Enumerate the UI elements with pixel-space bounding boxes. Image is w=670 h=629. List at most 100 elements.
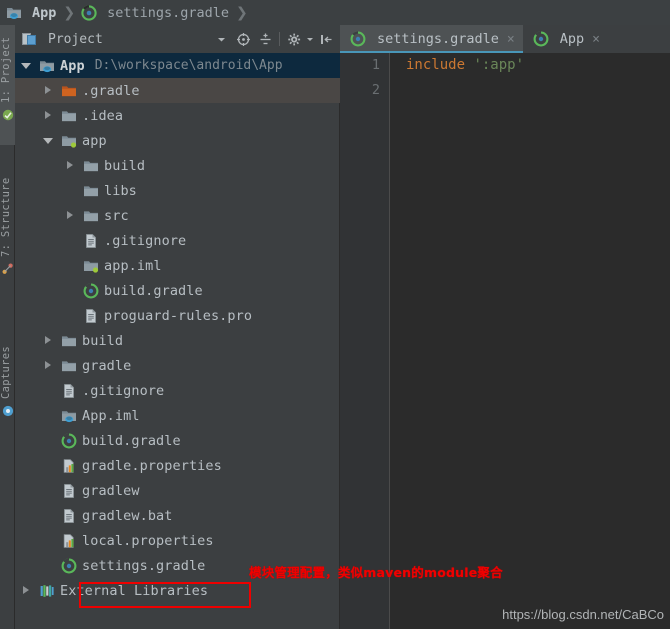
gradle-icon — [533, 31, 549, 47]
watermark: https://blog.csdn.net/CaBCo — [502, 607, 664, 622]
tree-row-label: app — [82, 132, 107, 149]
tree-arrow-placeholder — [65, 260, 76, 271]
close-icon[interactable]: × — [592, 32, 600, 47]
editor-tab-bar: settings.gradle × App × — [340, 25, 670, 53]
breadcrumb-item-app[interactable]: App — [6, 5, 56, 21]
captures-icon[interactable] — [2, 405, 14, 417]
tree-row-label: build — [104, 157, 146, 174]
tree-arrow-placeholder — [43, 535, 54, 546]
text-file-icon — [61, 483, 77, 499]
structure-icon[interactable] — [2, 263, 14, 275]
tree-row[interactable]: External Libraries — [15, 578, 340, 603]
tree-row-label: .gradle — [82, 82, 140, 99]
chevron-down-icon[interactable] — [43, 135, 54, 146]
chevron-right-icon[interactable] — [65, 210, 76, 221]
code-keyword: include — [406, 57, 466, 73]
editor-code-area[interactable]: include ':app' — [391, 53, 670, 629]
tree-row[interactable]: app.iml — [15, 253, 340, 278]
chevron-down-icon[interactable] — [21, 60, 32, 71]
editor-tab[interactable]: App × — [523, 25, 608, 53]
tree-row-label: External Libraries — [60, 582, 209, 599]
tree-row[interactable]: App D:\workspace\android\App — [15, 53, 340, 78]
tree-arrow-placeholder — [65, 285, 76, 296]
tree-arrow-placeholder — [43, 560, 54, 571]
gradle-icon — [81, 4, 97, 21]
chevron-right-icon[interactable] — [43, 110, 54, 121]
editor-gutter: 12 — [340, 53, 390, 629]
tree-row[interactable]: build.gradle — [15, 278, 340, 303]
tree-row[interactable]: gradle.properties — [15, 453, 340, 478]
tree-row[interactable]: build — [15, 328, 340, 353]
gear-icon[interactable] — [283, 28, 305, 50]
module-folder-icon — [39, 58, 55, 74]
breadcrumb-label-app: App — [32, 4, 57, 21]
module-folder-icon — [6, 5, 22, 21]
tree-row-label: build.gradle — [82, 432, 181, 449]
tree-row[interactable]: build.gradle — [15, 428, 340, 453]
close-icon[interactable]: × — [507, 32, 515, 47]
gear-chevron-icon[interactable] — [305, 28, 315, 50]
chevron-right-icon[interactable] — [21, 585, 32, 596]
properties-file-icon — [61, 458, 77, 474]
tree-row[interactable]: local.properties — [15, 528, 340, 553]
hide-panel-icon[interactable] — [315, 28, 337, 50]
chevron-right-icon[interactable] — [43, 85, 54, 96]
tree-arrow-placeholder — [43, 410, 54, 421]
chevron-down-icon[interactable] — [210, 28, 232, 50]
strip-button-structure[interactable]: 7: Structure — [0, 165, 15, 257]
tree-row[interactable]: libs — [15, 178, 340, 203]
editor-tab[interactable]: settings.gradle × — [340, 25, 523, 53]
tree-row[interactable]: gradlew — [15, 478, 340, 503]
tree-row-label: .gitignore — [82, 382, 165, 399]
tree-row[interactable]: .gitignore — [15, 228, 340, 253]
target-icon[interactable] — [232, 28, 254, 50]
line-number: 1 — [371, 57, 380, 73]
tree-row-label: build.gradle — [104, 282, 203, 299]
gradle-icon — [83, 282, 99, 299]
tree-row[interactable]: app — [15, 128, 340, 153]
tree-row[interactable]: .gradle — [15, 78, 340, 103]
tree-row[interactable]: .idea — [15, 103, 340, 128]
project-tree[interactable]: App D:\workspace\android\App .gradle .idea a… — [15, 53, 340, 629]
tree-arrow-placeholder — [43, 485, 54, 496]
tree-row-path: D:\workspace\android\App — [94, 58, 283, 73]
project-view-icon — [21, 31, 37, 47]
tree-row[interactable]: App.iml — [15, 403, 340, 428]
folder-icon — [61, 108, 77, 124]
folder-icon — [61, 358, 77, 374]
folder-icon — [83, 183, 99, 199]
project-panel-title: Project — [48, 31, 103, 47]
tree-row[interactable]: gradle — [15, 353, 340, 378]
tree-row[interactable]: build — [15, 153, 340, 178]
tree-row[interactable]: gradlew.bat — [15, 503, 340, 528]
collapse-all-icon[interactable] — [254, 28, 276, 50]
breadcrumb-item-file[interactable]: settings.gradle — [81, 5, 229, 21]
tree-row-label: .idea — [82, 107, 124, 124]
tree-row[interactable]: src — [15, 203, 340, 228]
tree-row-label: gradle.properties — [82, 457, 222, 474]
tree-arrow-placeholder — [43, 435, 54, 446]
properties-file-icon — [61, 533, 77, 549]
tree-row-label: gradlew.bat — [82, 507, 173, 524]
chevron-right-icon[interactable] — [43, 360, 54, 371]
strip-button-project[interactable]: 1: Project — [0, 27, 15, 103]
chevron-right-icon[interactable] — [65, 160, 76, 171]
breadcrumb: App ❯ settings.gradle ❯ — [0, 0, 670, 25]
tree-arrow-placeholder — [43, 460, 54, 471]
project-icon[interactable] — [2, 109, 14, 121]
text-file-icon — [83, 233, 99, 249]
breadcrumb-label-file: settings.gradle — [107, 4, 230, 21]
tree-row[interactable]: .gitignore — [15, 378, 340, 403]
breadcrumb-separator-2: ❯ — [236, 4, 248, 21]
tree-row[interactable]: proguard-rules.pro — [15, 303, 340, 328]
strip-button-captures[interactable]: Captures — [0, 321, 15, 399]
tree-arrow-placeholder — [43, 385, 54, 396]
tree-row-label: src — [104, 207, 129, 224]
tree-row-label: libs — [104, 182, 137, 199]
gradle-icon — [61, 557, 77, 574]
folder-icon — [61, 333, 77, 349]
code-line-1: include ':app' — [391, 53, 670, 78]
chevron-right-icon[interactable] — [43, 335, 54, 346]
tree-arrow-placeholder — [65, 185, 76, 196]
